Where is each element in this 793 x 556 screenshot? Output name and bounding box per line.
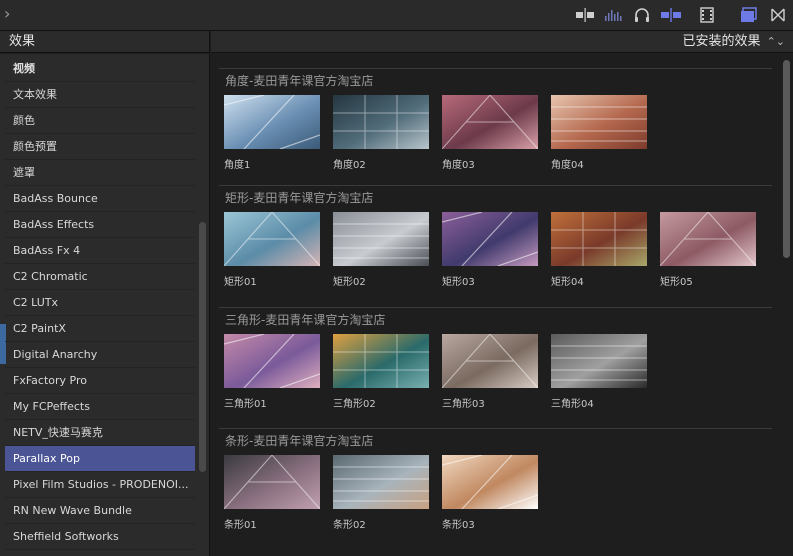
sidebar-item[interactable]: BadAss Bounce [5,186,195,212]
browser-toggle-icon[interactable] [740,7,758,23]
effect-thumbnail[interactable] [333,95,429,149]
effect-label: 三角形04 [551,399,594,410]
effects-browser: 角度-麦田青年课官方淘宝店 角度1 角度02 角度03 角度04 矩形-麦田青年课官方淘宝… [211,54,793,556]
effect-thumbnail[interactable] [224,212,320,266]
sidebar-item[interactable]: Pixel Film Studios - PRODENOI... [5,472,195,498]
chevron-right-icon[interactable]: › [4,4,10,23]
sidebar-heading[interactable]: 视频 [5,56,195,82]
section-title: 矩形-麦田青年课官方淘宝店 [225,191,374,205]
effect-thumbnail[interactable] [224,334,320,388]
sidebar-scrollbar[interactable] [199,222,206,472]
effect-thumbnail[interactable] [333,212,429,266]
section-title: 三角形-麦田青年课官方淘宝店 [225,313,386,327]
sidebar-item[interactable]: BadAss Fx 4 [5,238,195,264]
sidebar-item[interactable]: C2 LUTx [5,290,195,316]
toolbar: › [0,0,793,31]
effect-label: 角度04 [551,160,584,171]
transitions-icon[interactable] [770,7,786,23]
section-divider [219,307,772,308]
effect-label: 条形02 [333,520,366,531]
filmstrip-icon[interactable] [699,7,715,23]
sidebar-item[interactable]: C2 Chromatic [5,264,195,290]
sidebar-item[interactable]: NETV_快速马赛克 [5,420,195,446]
headphones-icon[interactable] [633,7,651,23]
effect-thumbnail[interactable] [551,212,647,266]
effect-thumbnail[interactable] [551,95,647,149]
effect-label: 三角形03 [442,399,485,410]
effect-thumbnail[interactable] [333,455,429,509]
section-title: 角度-麦田青年课官方淘宝店 [225,74,374,88]
section-divider [219,428,772,429]
section-divider [219,185,772,186]
effect-thumbnail[interactable] [442,212,538,266]
effects-title: 效果 [9,34,36,49]
up-down-chevron-icon[interactable]: ⌃⌄ [767,31,785,53]
sidebar-item[interactable]: C2 PaintX [5,316,195,342]
sidebar-item[interactable]: BadAss Effects [5,212,195,238]
sidebar-item[interactable]: 文本效果 [5,82,195,108]
snapping-icon[interactable] [660,7,682,23]
browser-scrollbar[interactable] [783,60,790,258]
effect-thumbnail[interactable] [551,334,647,388]
effect-label: 角度02 [333,160,366,171]
effect-label: 矩形03 [442,277,475,288]
category-sidebar: 视频 文本效果 颜色 颜色预置 遮罩 BadAss Bounce BadAss Effect… [0,54,210,556]
effect-thumbnail[interactable] [333,334,429,388]
effect-thumbnail[interactable] [442,95,538,149]
effect-label: 矩形01 [224,277,257,288]
sidebar-item[interactable]: Parallax Pop [5,446,195,472]
filter-header: 已安装的效果 ⌃⌄ [211,31,793,53]
sidebar-item[interactable]: FxFactory Pro [5,368,195,394]
effect-label: 条形03 [442,520,475,531]
effect-label: 角度03 [442,160,475,171]
audio-waveform-icon[interactable] [604,7,624,23]
effect-thumbnail[interactable] [442,455,538,509]
effects-header: 效果 [0,31,210,53]
sidebar-item[interactable]: Digital Anarchy [5,342,195,368]
effect-thumbnail[interactable] [224,455,320,509]
sidebar-item[interactable]: 颜色 [5,108,195,134]
sidebar-item[interactable]: My FCPeffects [5,394,195,420]
section-divider [219,68,772,69]
sidebar-item[interactable]: RN New Wave Bundle [5,498,195,524]
effect-label: 条形01 [224,520,257,531]
effect-label: 矩形05 [660,277,693,288]
effect-thumbnail[interactable] [442,334,538,388]
clip-skimming-icon[interactable] [575,7,595,23]
sidebar-item[interactable]: Sheffield Softworks [5,524,195,550]
effect-label: 矩形02 [333,277,366,288]
sidebar-item[interactable]: 遮罩 [5,160,195,186]
effect-label: 矩形04 [551,277,584,288]
effect-label: 三角形01 [224,399,267,410]
sidebar-item[interactable]: 颜色预置 [5,134,195,160]
effect-thumbnail[interactable] [660,212,756,266]
effect-thumbnail[interactable] [224,95,320,149]
installed-effects-filter[interactable]: 已安装的效果 [683,34,761,49]
effect-label: 角度1 [224,160,251,171]
section-title: 条形-麦田青年课官方淘宝店 [225,434,374,448]
effect-label: 三角形02 [333,399,376,410]
